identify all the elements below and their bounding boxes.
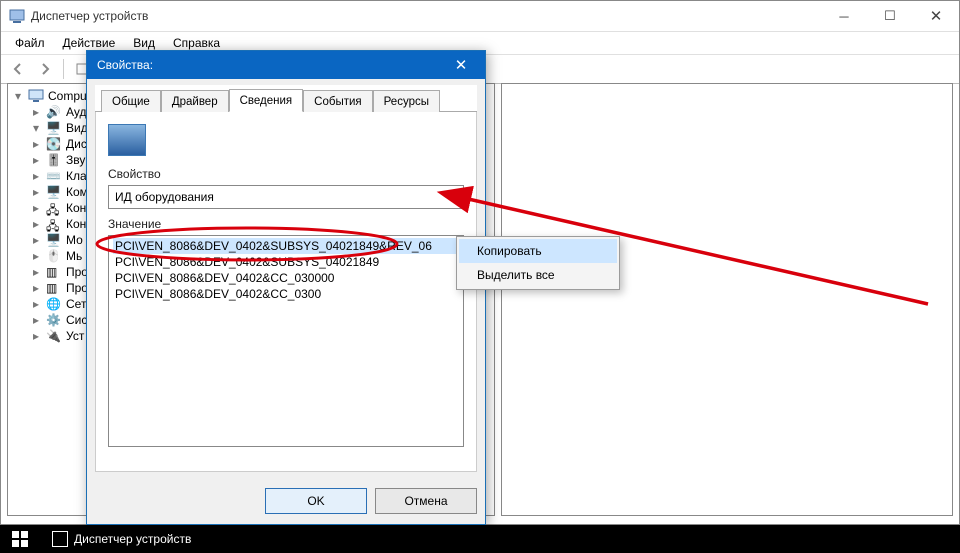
device-icon: 🖥️ (46, 121, 62, 135)
property-label: Свойство (108, 167, 464, 181)
chevron-right-icon[interactable]: ▸ (30, 265, 42, 279)
tree-item-label: Сис (66, 313, 87, 327)
tree-item-label: Вид (66, 121, 88, 135)
device-icon: 🖥️ (46, 185, 62, 199)
context-copy[interactable]: Копировать (459, 239, 617, 263)
context-menu[interactable]: Копировать Выделить все (456, 236, 620, 290)
value-list[interactable]: PCI\VEN_8086&DEV_0402&SUBSYS_04021849&RE… (108, 235, 464, 447)
close-button[interactable]: ✕ (913, 1, 959, 31)
start-button[interactable] (0, 525, 40, 553)
chevron-right-icon[interactable]: ▸ (30, 313, 42, 327)
chevron-right-icon[interactable]: ▸ (30, 153, 42, 167)
window-title: Диспетчер устройств (31, 9, 148, 23)
ok-button[interactable]: OK (265, 488, 367, 514)
device-icon: ▥ (46, 265, 62, 279)
chevron-right-icon[interactable]: ▸ (30, 169, 42, 183)
app-icon (9, 8, 25, 24)
tree-item-label: Ком (66, 185, 88, 199)
tab-driver[interactable]: Драйвер (161, 90, 229, 112)
tree-item-label: Дис (66, 137, 87, 151)
right-pane (501, 83, 953, 516)
chevron-right-icon[interactable]: ▸ (30, 105, 42, 119)
chevron-right-icon[interactable]: ▸ (30, 185, 42, 199)
device-icon: 🖱️ (46, 249, 62, 263)
device-icon: 🖧 (46, 201, 62, 215)
device-icon: 🔌 (46, 329, 62, 343)
property-selected-value: ИД оборудования (115, 190, 214, 204)
chevron-right-icon[interactable]: ▸ (30, 329, 42, 343)
tab-events[interactable]: События (303, 90, 372, 112)
chevron-down-icon[interactable]: ▾ (30, 121, 42, 135)
hardware-id-row[interactable]: PCI\VEN_8086&DEV_0402&CC_030000 (113, 270, 459, 286)
tree-item-label: Сет (66, 297, 86, 311)
tree-item-label: Про (66, 281, 88, 295)
hardware-id-row[interactable]: PCI\VEN_8086&DEV_0402&SUBSYS_04021849&RE… (113, 238, 459, 254)
device-icon: ▥ (46, 281, 62, 295)
hardware-id-row[interactable]: PCI\VEN_8086&DEV_0402&SUBSYS_04021849 (113, 254, 459, 270)
hardware-id-row[interactable]: PCI\VEN_8086&DEV_0402&CC_0300 (113, 286, 459, 302)
device-icon: 🖥️ (46, 233, 62, 247)
device-icon: 💽 (46, 137, 62, 151)
chevron-right-icon[interactable]: ▸ (30, 217, 42, 231)
chevron-right-icon[interactable]: ▸ (30, 137, 42, 151)
chevron-right-icon[interactable]: ▸ (30, 297, 42, 311)
tab-details[interactable]: Сведения (229, 89, 304, 112)
tree-item-label: Про (66, 265, 88, 279)
chevron-right-icon[interactable]: ▸ (30, 233, 42, 247)
minimize-button[interactable]: ─ (821, 1, 867, 31)
dialog-titlebar[interactable]: Свойства: ✕ (87, 51, 485, 79)
computer-icon (28, 89, 44, 103)
menu-file[interactable]: Файл (7, 33, 53, 53)
property-dropdown[interactable]: ИД оборудования ▾ (108, 185, 464, 209)
dialog-title: Свойства: (97, 58, 153, 72)
dialog-body: Свойство ИД оборудования ▾ Значение PCI\… (95, 112, 477, 472)
tabs: Общие Драйвер Сведения События Ресурсы (95, 85, 477, 112)
tree-item-label: Ауд (66, 105, 86, 119)
tree-item-label: Мь (66, 249, 82, 263)
dialog-close-button[interactable]: ✕ (447, 51, 475, 79)
chevron-right-icon[interactable]: ▸ (30, 281, 42, 295)
taskbar-app[interactable]: Диспетчер устройств (40, 525, 203, 553)
tree-item-label: Кон (66, 201, 86, 215)
tree-item-label: Уст (66, 329, 84, 343)
tree-item-label: Мо (66, 233, 83, 247)
device-icon: 🔊 (46, 105, 62, 119)
device-icon: ⌨️ (46, 169, 62, 183)
tree-item-label: Кон (66, 217, 86, 231)
maximize-button[interactable]: ☐ (867, 1, 913, 31)
device-icon: 🎚️ (46, 153, 62, 167)
tree-item-label: Кла (66, 169, 87, 183)
device-icon: ⚙️ (46, 313, 62, 327)
tree-root-label: Compu (48, 89, 87, 103)
tab-general[interactable]: Общие (101, 90, 161, 112)
context-select-all[interactable]: Выделить все (459, 263, 617, 287)
cancel-button[interactable]: Отмена (375, 488, 477, 514)
device-icon: 🌐 (46, 297, 62, 311)
app-icon (52, 531, 68, 547)
tab-resources[interactable]: Ресурсы (373, 90, 440, 112)
device-image (108, 124, 146, 156)
chevron-down-icon[interactable]: ▾ (12, 89, 24, 103)
chevron-down-icon: ▾ (451, 190, 457, 204)
forward-button[interactable] (32, 56, 58, 82)
titlebar[interactable]: Диспетчер устройств ─ ☐ ✕ (1, 1, 959, 31)
properties-dialog[interactable]: Свойства: ✕ Общие Драйвер Сведения Событ… (86, 50, 486, 525)
back-button[interactable] (5, 56, 31, 82)
dialog-buttons: OK Отмена (87, 480, 485, 524)
chevron-right-icon[interactable]: ▸ (30, 249, 42, 263)
taskbar-app-label: Диспетчер устройств (74, 532, 191, 546)
tree-item-label: Зву (66, 153, 85, 167)
value-label: Значение (108, 217, 464, 231)
taskbar[interactable]: Диспетчер устройств (0, 525, 960, 553)
chevron-right-icon[interactable]: ▸ (30, 201, 42, 215)
device-icon: 🖧 (46, 217, 62, 231)
